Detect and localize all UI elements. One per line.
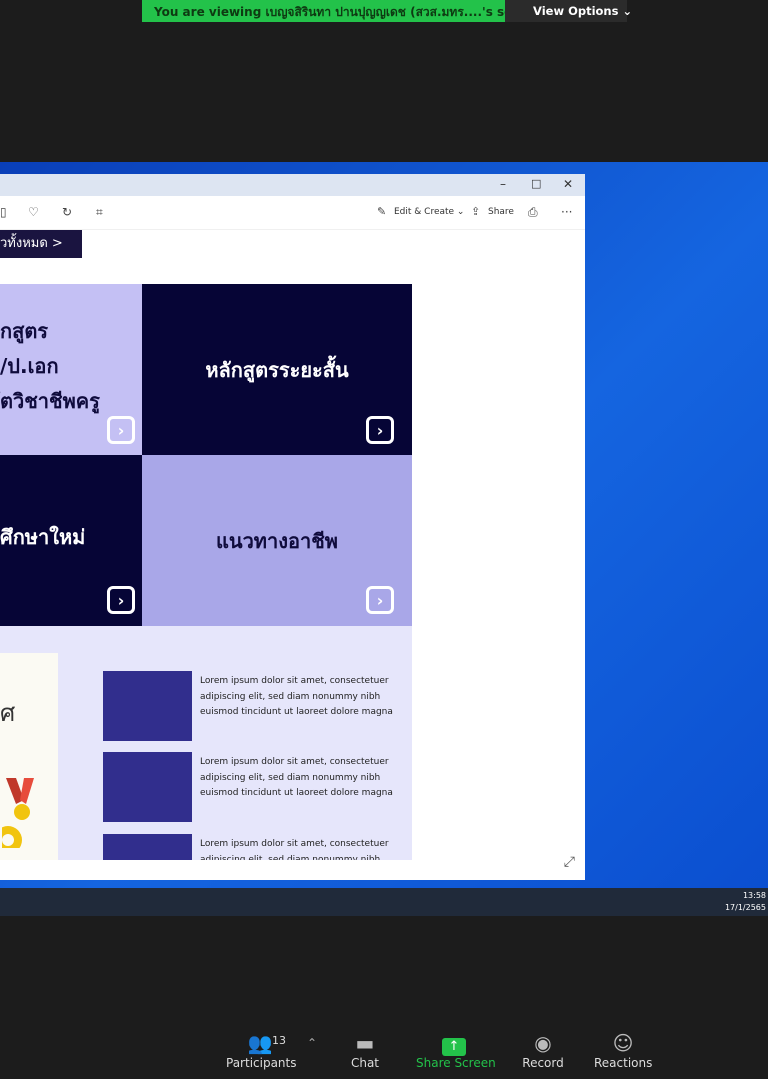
edit-create-button[interactable]: Edit & Create ⌄ (394, 207, 464, 217)
viewing-status-text: You are viewing เบญจสิรินทา ปานปุญญเดช (… (142, 0, 505, 22)
medal-icon (2, 778, 34, 848)
tile-degree-text: กสูตร /ป.เอก ัตวิชาชีพครู (0, 314, 100, 419)
item-thumbnail (103, 752, 192, 822)
tile-short-courses: หลักสูตรระยะสั้น › (142, 284, 412, 455)
expand-icon[interactable]: ⤢ (564, 854, 575, 870)
photos-window: – □ ✕ ▯ ♡ ↻ ⌗ ✎ Edit & Create ⌄ ⇪ Share … (0, 174, 585, 880)
list-item: Lorem ipsum dolor sit amet, consectetuer… (103, 671, 403, 741)
card-letter: ศ (0, 699, 16, 727)
chat-button[interactable]: ▬ Chat (345, 1030, 385, 1070)
arrow-right-icon: › (366, 586, 394, 614)
windows-taskbar: 13:58 17/1/2565 (0, 888, 768, 916)
photos-toolbar: ▯ ♡ ↻ ⌗ ✎ Edit & Create ⌄ ⇪ Share ⎙ ··· (0, 196, 585, 230)
tile-degree-programs: กสูตร /ป.เอก ัตวิชาชีพครู › (0, 284, 142, 455)
close-button[interactable]: ✕ (563, 177, 573, 191)
item-text: Lorem ipsum dolor sit amet, consectetuer… (200, 839, 389, 860)
tile-career-path: แนวทางอาชีพ › (142, 455, 412, 626)
heart-icon[interactable]: ♡ (28, 205, 39, 219)
reactions-icon: ☺ (612, 1031, 634, 1055)
tile-new-students: ศึกษาใหม่ › (0, 455, 142, 626)
record-button[interactable]: ◉ Record (520, 1030, 566, 1070)
participants-label: Participants (226, 1056, 297, 1070)
tile-line: /ป.เอก (0, 354, 59, 378)
participants-count: 13 (272, 1034, 286, 1047)
chevron-up-icon[interactable]: ⌃ (307, 1036, 317, 1050)
view-all-button: วทั้งหมด > (0, 230, 82, 258)
arrow-right-icon: › (366, 416, 394, 444)
clock-time: 13:58 (742, 891, 766, 900)
reactions-label: Reactions (594, 1056, 653, 1070)
tile-label: แนวทางอาชีพ (216, 528, 338, 553)
award-card: ศ (0, 653, 58, 860)
share-icon: ⇪ (471, 205, 481, 218)
zoom-control-bar: 👥 13 Participants ⌃ ▬ Chat ↑ Share Scree… (0, 1030, 768, 1079)
displayed-image: วทั้งหมด > กสูตร /ป.เอก ัตวิชาชีพครู › ห… (0, 230, 412, 860)
participants-button[interactable]: 👥 13 Participants (226, 1030, 297, 1070)
maximize-button[interactable]: □ (531, 177, 541, 190)
item-thumbnail (103, 834, 192, 860)
viewing-banner: You are viewing เบญจสิรินทา ปานปุญญเดช (… (142, 0, 632, 22)
item-text: Lorem ipsum dolor sit amet, consectetuer… (200, 757, 393, 798)
arrow-right-icon: › (107, 416, 135, 444)
clock-date: 17/1/2565 (724, 903, 766, 912)
print-icon[interactable]: ⎙ (528, 205, 538, 220)
share-button[interactable]: Share (488, 207, 514, 217)
tile-line: ัตวิชาชีพครู (0, 389, 100, 413)
chat-icon: ▬ (355, 1031, 375, 1055)
crop-icon[interactable]: ⌗ (96, 205, 103, 220)
taskbar-clock: 13:58 17/1/2565 (725, 890, 766, 914)
rotate-icon[interactable]: ↻ (62, 205, 72, 219)
record-icon: ◉ (534, 1031, 552, 1055)
share-screen-icon: ↑ (442, 1038, 466, 1056)
list-item: Lorem ipsum dolor sit amet, consectetuer… (103, 752, 403, 822)
view-options-button[interactable]: View Options ⌄ (505, 0, 632, 22)
delete-icon[interactable]: ▯ (0, 205, 7, 219)
zoom-meeting-screen: You are viewing เบญจสิรินทา ปานปุญญเดช (… (0, 0, 768, 1079)
arrow-right-icon: › (107, 586, 135, 614)
window-titlebar: – □ ✕ (0, 174, 585, 196)
tile-line: กสูตร (0, 319, 49, 343)
record-label: Record (522, 1056, 564, 1070)
news-section: ศ Lorem ipsum dolor sit amet, consectetu… (0, 626, 412, 860)
minimize-button[interactable]: – (500, 177, 506, 191)
share-screen-label: Share Screen (416, 1056, 496, 1070)
tile-label: ศึกษาใหม่ (0, 525, 86, 549)
item-thumbnail (103, 671, 192, 741)
edit-create-icon: ✎ (377, 205, 387, 218)
chat-label: Chat (350, 1056, 380, 1070)
reactions-button[interactable]: ☺ Reactions (594, 1030, 652, 1070)
share-screen-button[interactable]: ↑ Share Screen (416, 1030, 496, 1070)
more-options-button[interactable]: ··· (561, 205, 572, 219)
item-text: Lorem ipsum dolor sit amet, consectetuer… (200, 676, 393, 717)
shared-desktop: – □ ✕ ▯ ♡ ↻ ⌗ ✎ Edit & Create ⌄ ⇪ Share … (0, 162, 768, 888)
list-item: Lorem ipsum dolor sit amet, consectetuer… (103, 834, 403, 860)
tile-label: หลักสูตรระยะสั้น (205, 357, 349, 382)
